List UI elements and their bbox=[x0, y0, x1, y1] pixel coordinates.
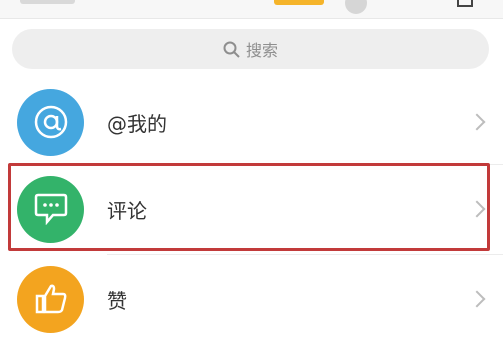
search-icon bbox=[223, 41, 240, 58]
comment-icon bbox=[17, 175, 84, 243]
chevron-right-icon bbox=[468, 113, 486, 131]
at-icon bbox=[17, 88, 84, 156]
search-bar[interactable]: 搜索 bbox=[12, 29, 489, 69]
menu-item-mentions[interactable]: @我的 bbox=[0, 80, 503, 164]
menu-item-label: 评论 bbox=[107, 198, 147, 223]
top-icon[interactable] bbox=[345, 0, 367, 14]
search-placeholder: 搜索 bbox=[245, 41, 278, 60]
menu-item-likes[interactable]: 赞 bbox=[0, 257, 503, 341]
menu-item-comments[interactable]: 评论 bbox=[0, 167, 503, 251]
thumbs-up-icon bbox=[17, 265, 84, 333]
top-tab[interactable] bbox=[20, 0, 75, 4]
menu-item-label: 赞 bbox=[107, 288, 127, 313]
divider bbox=[107, 164, 503, 165]
top-right-icon[interactable] bbox=[457, 0, 473, 7]
menu-item-label: @我的 bbox=[107, 111, 167, 136]
chevron-right-icon bbox=[468, 290, 486, 308]
chevron-right-icon bbox=[468, 200, 486, 218]
divider bbox=[107, 254, 503, 255]
top-tab-bar bbox=[0, 0, 503, 19]
top-badge[interactable] bbox=[274, 0, 324, 5]
